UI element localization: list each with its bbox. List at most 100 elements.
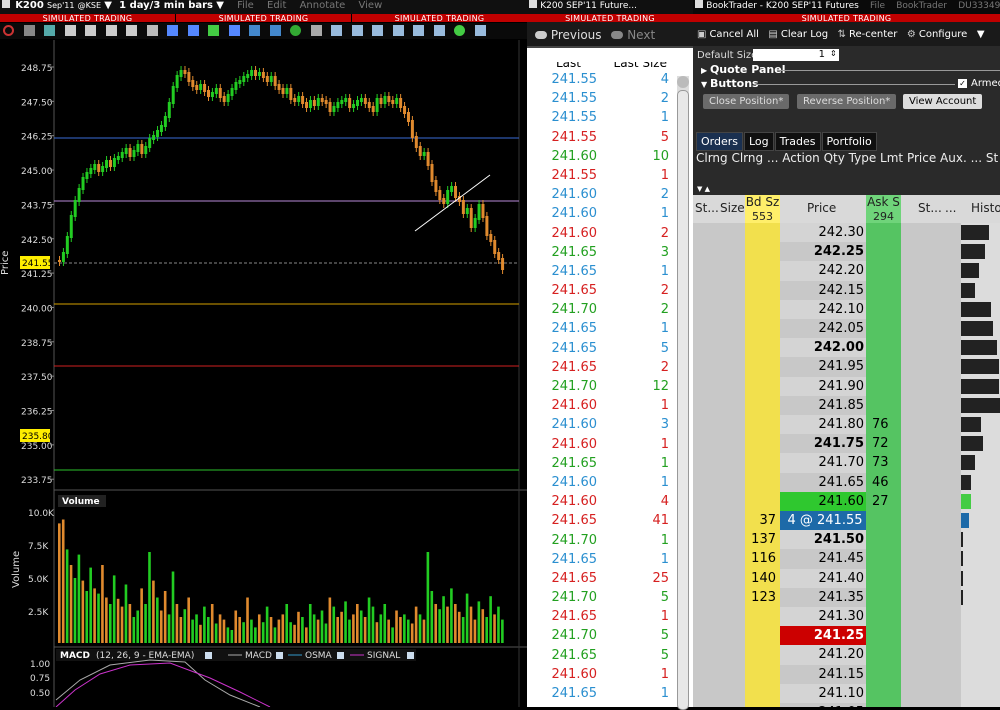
bid-size-cell[interactable] [745, 357, 780, 377]
cut-icon[interactable] [85, 24, 96, 36]
ask-size-cell[interactable]: 27 [866, 491, 901, 511]
ladder-row[interactable]: 241.95 [693, 357, 1000, 377]
bid-size-cell[interactable] [745, 453, 780, 473]
menu-annotate[interactable]: Annotate [300, 0, 346, 11]
ask-size-cell[interactable] [866, 587, 901, 607]
ask-size-cell[interactable] [866, 261, 901, 281]
grid-icon[interactable] [44, 24, 55, 36]
col-price[interactable]: Price [807, 201, 836, 215]
default-size-input[interactable]: 1 [753, 49, 839, 61]
scroll-up-button[interactable] [677, 76, 689, 88]
ask-size-cell[interactable]: 46 [866, 472, 901, 492]
text-icon[interactable] [310, 24, 322, 36]
armed-checkbox[interactable]: ✓ [958, 79, 967, 88]
fit-icon[interactable] [433, 24, 445, 36]
bid-size-cell[interactable] [745, 280, 780, 300]
ladder-row[interactable]: 241.15 [693, 664, 1000, 684]
ladder-row[interactable]: 116 241.45 [693, 549, 1000, 569]
clear-log-button[interactable]: ▤ Clear Log [768, 29, 828, 40]
ask-size-cell[interactable] [866, 299, 901, 319]
ladder-row[interactable]: 242.05 [693, 319, 1000, 339]
bid-size-cell[interactable] [745, 299, 780, 319]
add-study-icon[interactable] [290, 24, 301, 36]
spinner-icon[interactable]: ⇕ [830, 49, 837, 58]
tab-portfolio[interactable]: Portfolio [821, 132, 877, 151]
bid-size-cell[interactable] [745, 664, 780, 684]
tab-orders[interactable]: Orders [696, 132, 743, 151]
ladder-row[interactable]: 242.25 [693, 242, 1000, 262]
ask-size-cell[interactable] [866, 395, 901, 415]
bid-size-cell[interactable] [745, 376, 780, 396]
ask-size-cell[interactable]: 73 [866, 453, 901, 473]
next-button[interactable]: Next [611, 28, 655, 42]
chevron-down-icon[interactable]: ▼ [104, 0, 112, 11]
chevron-down-icon[interactable]: ▼ [977, 29, 985, 40]
ladder-row[interactable]: 140 241.40 [693, 568, 1000, 588]
bid-size-cell[interactable] [745, 434, 780, 454]
price-cell[interactable]: 241.35 [780, 587, 866, 607]
layout-icon[interactable] [146, 24, 158, 36]
ladder-row[interactable]: 241.30 [693, 607, 1000, 627]
price-cell[interactable]: 241.05 [780, 703, 866, 707]
bid-size-cell[interactable] [745, 607, 780, 627]
ask-size-cell[interactable] [866, 511, 901, 531]
bar-chart-icon[interactable] [187, 24, 199, 36]
crosshair-icon[interactable] [3, 24, 14, 36]
ladder-row[interactable]: 242.30 [693, 223, 1000, 243]
bid-size-cell[interactable] [745, 319, 780, 339]
col-ask-size[interactable]: Ask S 294 [866, 195, 901, 223]
bid-size-cell[interactable] [745, 645, 780, 665]
ask-size-cell[interactable] [866, 223, 901, 243]
ask-size-cell[interactable] [866, 607, 901, 627]
price-cell[interactable]: 241.25 [780, 626, 866, 646]
price-cell[interactable]: 241.40 [780, 568, 866, 588]
ask-size-cell[interactable] [866, 626, 901, 646]
view-account-button[interactable]: View Account [903, 94, 983, 109]
bid-size-cell[interactable]: 123 [745, 587, 780, 607]
bid-size-cell[interactable]: 140 [745, 568, 780, 588]
chart-area[interactable]: 248.75 247.50 246.25 245.00 243.75 242.50 241.… [0, 40, 527, 707]
price-cell[interactable]: 242.25 [780, 242, 866, 262]
ask-size-cell[interactable] [866, 568, 901, 588]
ladder-row[interactable]: 137 241.50 [693, 530, 1000, 550]
period-selector[interactable]: 1 day/3 min bars [119, 0, 213, 11]
ask-size-cell[interactable] [866, 280, 901, 300]
price-cell[interactable]: 242.15 [780, 280, 866, 300]
zoom-out-icon[interactable] [474, 24, 486, 36]
ask-size-cell[interactable] [866, 376, 901, 396]
ask-size-cell[interactable] [866, 357, 901, 377]
price-cell[interactable]: 241.60 [780, 491, 866, 511]
previous-button[interactable]: Previous [535, 28, 602, 42]
trendline-icon[interactable] [331, 24, 342, 36]
table-icon[interactable] [64, 24, 76, 36]
working-order-tag[interactable]: 4 @ 241.55 [785, 511, 865, 531]
ask-size-cell[interactable] [866, 242, 901, 262]
tab-trades[interactable]: Trades [774, 132, 821, 151]
bid-size-cell[interactable] [745, 338, 780, 358]
shapes-icon[interactable] [372, 24, 383, 36]
price-cell[interactable]: 241.30 [780, 607, 866, 627]
close-position-button[interactable]: Close Position* [703, 94, 790, 109]
col-status[interactable]: St... [695, 201, 719, 215]
col-bid-size[interactable]: Bd Sz 553 [745, 195, 780, 223]
zoom-icon[interactable] [454, 24, 465, 36]
bid-size-cell[interactable] [745, 242, 780, 262]
ladder-row[interactable]: 241.05 [693, 703, 1000, 707]
volume-icon[interactable] [249, 24, 260, 36]
ask-size-cell[interactable] [866, 703, 901, 707]
redo-icon[interactable] [413, 24, 424, 36]
ladder-row[interactable]: 242.15 [693, 280, 1000, 300]
buttons-toggle[interactable]: ▼ Buttons [701, 77, 759, 90]
reverse-position-button[interactable]: Reverse Position* [797, 94, 897, 109]
price-cell[interactable]: 241.85 [780, 395, 866, 415]
ladder-row[interactable]: 241.20 [693, 645, 1000, 665]
ladder-row[interactable]: 241.80 76 [693, 415, 1000, 435]
bid-size-cell[interactable] [745, 395, 780, 415]
configure-button[interactable]: ⚙ Configure [907, 29, 967, 40]
price-cell[interactable]: 242.00 [780, 338, 866, 358]
price-cell[interactable]: 242.30 [780, 223, 866, 243]
ladder-row[interactable]: 123 241.35 [693, 587, 1000, 607]
paste-icon[interactable] [126, 24, 137, 36]
ladder-row[interactable]: 241.25 [693, 626, 1000, 646]
menu-file[interactable]: File [870, 1, 885, 11]
